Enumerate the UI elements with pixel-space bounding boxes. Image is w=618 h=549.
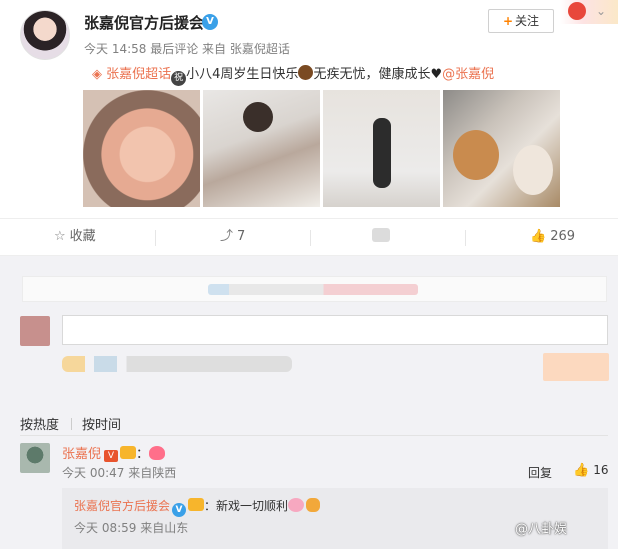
collect-button[interactable]: ☆ 收藏 [54,219,96,255]
reply-text: ：新戏一切顺利 [204,499,289,513]
verified-icon: V [202,14,218,30]
divider [155,230,156,246]
post-photo-2[interactable] [203,90,320,207]
repost-button[interactable]: ⤴ 7 [220,219,245,255]
author-name[interactable]: 张嘉倪官方后援会 [84,12,204,33]
divider [71,418,73,430]
cake-emoji-icon [298,65,314,80]
verified-icon: V [172,503,187,517]
chevron-down-icon[interactable]: ⌄ [596,4,606,18]
zhu-emoji-icon: 祝 [171,71,187,86]
reply-time: 今天 08:59 来自山东 [74,521,189,535]
comment-button[interactable] [372,219,390,255]
sort-row: 按热度 按时间 [20,414,133,433]
black-heart-icon: ♥ [430,67,443,82]
thumbs-up-icon: 👍 [573,463,590,478]
action-bar: ☆ 收藏 ⤴ 7 👍 269 [0,218,618,256]
divider [20,435,608,436]
like-button[interactable]: 👍 269 [530,219,575,255]
reply-content: 张嘉倪官方后援会 V ：新戏一切顺利 [74,497,321,517]
sort-hot-tab[interactable]: 按热度 [20,418,59,433]
follow-label: 关注 [515,14,540,28]
festival-decoration: ⌄ [560,0,618,24]
collect-label: 收藏 [69,229,96,244]
post-text: ◈ 张嘉倪超话祝小八4周岁生日快乐 无疾无忧，健康成长♥@张嘉倪 [92,63,494,86]
watermark: @八卦娱 [515,522,568,537]
post-photo-4[interactable] [443,90,560,207]
like-count: 269 [550,229,576,244]
comment-panel: 按热度 按时间 张嘉倪 V： 今天 00:47 来自陕西 回复 👍 16 张嘉倪官方后… [0,256,618,549]
repost-icon: ⤴ [220,229,234,244]
supertopic-link[interactable]: 张嘉倪超话 [106,67,171,82]
heart-emoji-icon [149,446,166,460]
author-avatar[interactable] [20,10,70,60]
comment-tools[interactable] [62,356,292,372]
thumbs-up-icon: 👍 [530,229,547,244]
lantern-icon [568,2,586,20]
comment-text: ： [136,447,150,462]
divider [310,230,311,246]
sort-time-tab[interactable]: 按时间 [82,418,121,433]
mention-link[interactable]: @张嘉倪 [442,67,494,82]
supertopic-icon: ◈ [92,67,107,82]
pig-emoji-icon [288,498,305,512]
comment-avatar[interactable] [20,443,50,473]
comment-user[interactable]: 张嘉倪 [62,447,101,462]
cheer-emoji-icon [306,498,321,512]
post-photo-3[interactable] [323,90,440,207]
reply-button[interactable]: 回复 [528,464,552,481]
post-body: 小八4周岁生日快乐 [186,67,299,82]
follow-button[interactable]: + 关注 [488,9,554,33]
crown-icon [120,446,137,459]
notice-text [208,284,418,295]
post-body-2: 无疾无忧，健康成长 [313,67,431,82]
comment-time: 今天 00:47 来自陕西 [62,466,177,480]
divider [465,230,466,246]
comment-like-button[interactable]: 👍 16 [573,463,608,478]
crown-icon [188,498,205,511]
submit-comment-button[interactable] [543,353,609,381]
repost-count: 7 [237,229,246,244]
my-avatar [20,316,50,346]
notice-bar[interactable] [22,276,607,302]
vip-icon: V [104,450,119,462]
post-meta: 今天 14:58 最后评论 来自 张嘉倪超话 [84,42,290,56]
reply-user[interactable]: 张嘉倪官方后援会 [74,499,170,513]
comment-content: 张嘉倪 V ： [62,443,166,462]
plus-icon: + [502,14,514,28]
comment-input[interactable] [62,315,608,345]
post-photo-1[interactable] [83,90,200,207]
star-icon: ☆ [54,229,66,244]
comment-like-count: 16 [593,463,609,477]
comment-icon [372,228,390,242]
